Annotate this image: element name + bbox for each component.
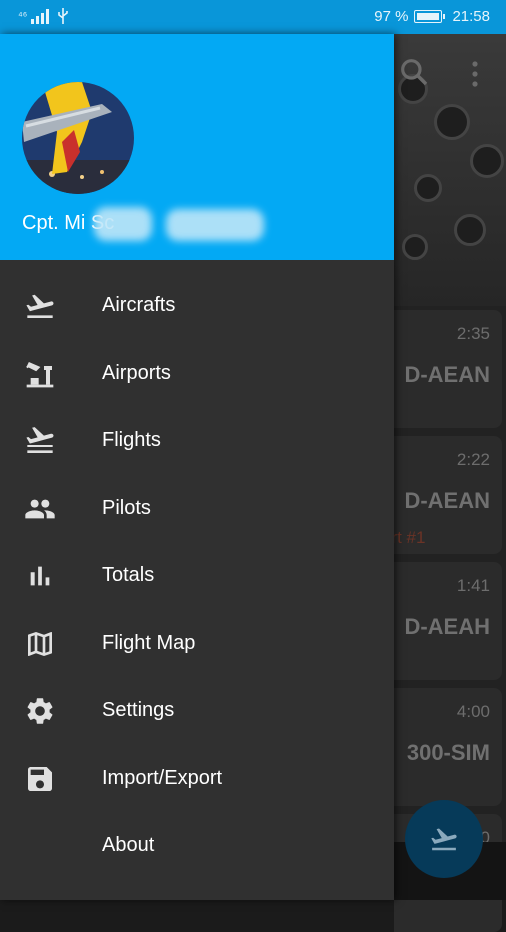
add-flight-button[interactable]: [405, 800, 483, 878]
menu-item-about[interactable]: About: [0, 812, 394, 880]
menu-item-settings[interactable]: Settings: [0, 677, 394, 745]
flight-time: 2:35: [456, 324, 490, 343]
menu-item-pilots[interactable]: Pilots: [0, 475, 394, 543]
gear-icon: [27, 698, 53, 724]
flight-registration: D-AEAN: [404, 488, 490, 513]
flight-time: 1:41: [456, 576, 490, 595]
aircraft-photo: [22, 82, 134, 194]
drawer-menu: Aircrafts Airports Flights Pilots Totals…: [0, 272, 394, 880]
menu-label: Airports: [102, 361, 171, 384]
flight-card[interactable]: 1:41 D-AEAH: [394, 562, 502, 680]
menu-item-airports[interactable]: Airports: [0, 340, 394, 408]
menu-item-flights[interactable]: Flights: [0, 407, 394, 475]
people-icon: [25, 499, 55, 518]
takeoff-icon: [26, 294, 54, 318]
background-cockpit-image: [394, 34, 506, 306]
menu-item-import-export[interactable]: Import/Export: [0, 745, 394, 813]
background-app: 2:35 D-AEAN 2:22 D-AEAN art #1 1:41 D-AE…: [382, 34, 506, 932]
signal-text: ⁴⁶: [18, 10, 28, 22]
flight-card[interactable]: 4:00 300-SIM: [394, 688, 502, 806]
bar-chart-icon: [30, 566, 50, 586]
menu-label: Aircrafts: [102, 294, 176, 317]
navigation-drawer: Cpt. Mi Sc Aircrafts Airports Flights Pi…: [0, 34, 394, 900]
save-icon: [28, 766, 52, 791]
flight-time: 2:22: [456, 450, 490, 469]
redaction-blur: [166, 209, 264, 241]
map-icon: [28, 631, 52, 656]
flight-card[interactable]: 2:22 D-AEAN art #1: [382, 436, 502, 554]
clock: 21:58: [452, 8, 490, 25]
battery-icon: [414, 10, 446, 23]
search-icon[interactable]: [398, 56, 430, 88]
airport-tower-icon: [26, 361, 54, 387]
flight-registration: D-AEAN: [404, 362, 490, 387]
battery-percent: 97 %: [374, 8, 409, 25]
flight-registration: 300-SIM: [406, 740, 490, 765]
menu-item-aircrafts[interactable]: Aircrafts: [0, 272, 394, 340]
flight-registration: D-AEAH: [404, 614, 490, 639]
redaction-blur: [94, 207, 152, 241]
status-bar: ⁴⁶ 97 % 21:58: [0, 0, 506, 34]
menu-label: Pilots: [102, 496, 151, 519]
drawer-header: Cpt. Mi Sc: [0, 34, 394, 260]
flight-card[interactable]: 2:35 D-AEAN: [394, 310, 502, 428]
menu-item-totals[interactable]: Totals: [0, 542, 394, 610]
menu-label: Totals: [102, 564, 155, 587]
menu-label: Flights: [102, 429, 161, 452]
menu-label: About: [102, 834, 155, 857]
menu-label: Import/Export: [102, 766, 223, 789]
usb-icon: [58, 8, 69, 24]
menu-label: Settings: [102, 699, 175, 722]
flight-time: 4:00: [456, 702, 490, 721]
menu-item-flight-map[interactable]: Flight Map: [0, 610, 394, 678]
menu-label: Flight Map: [102, 631, 196, 654]
signal-icon: [31, 9, 50, 24]
takeoff-icon: [26, 427, 54, 453]
takeoff-icon: [431, 828, 457, 851]
avatar[interactable]: [22, 82, 134, 194]
more-options-icon[interactable]: [470, 60, 480, 88]
